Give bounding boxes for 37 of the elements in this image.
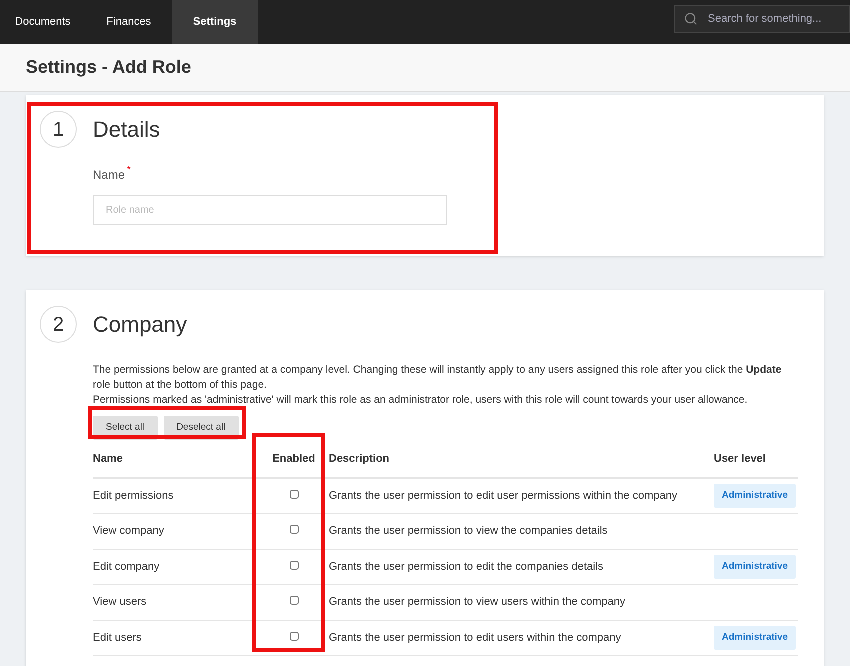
note-text: Permissions marked as 'administrative' will mark this role as an administrator role, users with this role will count towards your user allowance. [93,393,749,408]
enabled-checkbox[interactable] [290,596,298,605]
table-cell: Grants the user permission to edit user permissions within the company [329,478,714,514]
nav-tab[interactable]: Settings [172,0,258,44]
role-name-field[interactable]: Role name [93,195,447,225]
table-cell: Grants the user permission to view users within the company [329,584,714,620]
enabled-checkbox[interactable] [290,490,298,499]
user-level-badge: Administrative [714,484,796,508]
intro-text: The permissions below are granted at a company level. Changing these will instantly apply to any users assigned this role after you click the Update role button at the bottom of this page. [93,363,783,393]
table-cell: Grants the user permission to view the companies details [329,514,714,549]
search-field[interactable]: Search for something... [674,5,850,33]
column-header: Name [93,442,259,478]
nav-tab[interactable]: Finances [86,0,172,44]
table-cell: Grants the user permission to edit users within the company [329,620,714,656]
nav-tab[interactable]: Documents [0,0,86,44]
field-label: Name [93,167,126,184]
column-header: Description [329,442,714,478]
table-cell: View users [93,584,259,620]
column-header: Enabled [259,442,329,478]
enabled-checkbox[interactable] [290,632,298,640]
table-cell: View company [93,514,259,549]
section-title: Details [93,116,160,144]
column-header: User level [714,442,798,478]
search-icon [684,12,698,26]
section-title: Company [93,311,188,339]
step-number: 1 [40,111,77,148]
enabled-checkbox[interactable] [290,560,298,570]
user-level-badge: Administrative [714,626,796,650]
page-title: Settings - Add Role [26,56,192,79]
required-mark: * [127,166,131,176]
user-level-badge: Administrative [714,554,796,579]
table-cell: Grants the user permission to edit the companies details [329,549,714,584]
table-cell: Edit company [93,549,259,584]
enabled-checkbox[interactable] [290,525,298,534]
table-cell: Edit users [93,620,259,656]
step-number: 2 [40,306,77,343]
table-cell: Edit permissions [93,478,259,514]
